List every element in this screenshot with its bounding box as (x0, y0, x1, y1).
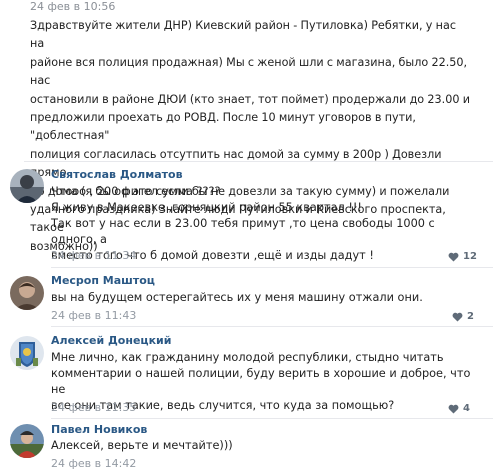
like-count: 12 (463, 251, 477, 262)
comment-date[interactable]: 24 фев в 11:34 (51, 249, 136, 262)
heart-icon (448, 404, 459, 414)
divider (51, 326, 493, 327)
avatar[interactable] (10, 336, 44, 370)
comment-date[interactable]: 24 фев в 11:43 (51, 309, 136, 322)
comment-text-line: Мне лично, как гражданину молодой респуб… (51, 351, 444, 364)
avatar-image (10, 169, 44, 203)
comment-text-line: Так вот у нас если в 23.00 тебя примут ,… (51, 217, 435, 246)
heart-icon (448, 252, 459, 262)
like-button[interactable]: 4 (448, 403, 470, 414)
like-count: 2 (467, 311, 474, 322)
post-text-line: остановили в районе ДЮИ (кто знает, тот … (30, 92, 470, 106)
avatar-image (10, 336, 44, 370)
heart-icon (452, 312, 463, 322)
avatar[interactable] (10, 276, 44, 310)
divider (51, 267, 493, 268)
comment-text-line: Я живу в Макеевке ,горняцкий район 55 кв… (51, 201, 362, 214)
comment-item: Алексей Донецкий Мне лично, как граждани… (0, 330, 493, 420)
post-date[interactable]: 24 фев в 10:56 (30, 0, 115, 13)
comment-item: Павел Новиков Алексей, верьте и мечтайте… (0, 420, 493, 472)
comment-text-line: Алексей, верьте и мечтайте))) (51, 439, 233, 452)
avatar-image (10, 276, 44, 310)
comment-text-line: вы на будущем остерегайтесь их у меня ма… (51, 291, 423, 304)
comment-text-line: комментарии о нашей полиции, буду верить… (51, 367, 471, 396)
comment-item: Святослав Долматов Чтооо , 200 р это сум… (0, 165, 493, 265)
avatar-image (10, 424, 44, 458)
comment-date[interactable]: 24 фев в 14:42 (51, 457, 136, 470)
post-text-line: районе вся полиция продажная) Мы с женой… (30, 55, 468, 88)
comment-author[interactable]: Месроп Маштоц (51, 274, 155, 287)
comment-text: вы на будущем остерегайтесь их у меня ма… (51, 290, 481, 306)
like-button[interactable]: 12 (448, 251, 477, 262)
comment-author[interactable]: Святослав Долматов (51, 168, 183, 181)
comment-date[interactable]: 24 фев в 11:35 (51, 401, 136, 414)
comment-author[interactable]: Павел Новиков (51, 423, 147, 436)
divider (51, 418, 493, 419)
comment-item: Месроп Маштоц вы на будущем остерегайтес… (0, 270, 493, 325)
like-button[interactable]: 2 (452, 311, 474, 322)
like-count: 4 (463, 403, 470, 414)
post-text-line: Здравствуйте жители ДНР) Киевский район … (30, 19, 457, 51)
comment-text-line: Чтооо , 200 р это сумма ???? (51, 185, 221, 198)
post-text-line: предложили проехать до РОВД. После 10 ми… (30, 111, 416, 143)
avatar[interactable] (10, 424, 44, 458)
divider (24, 161, 493, 162)
comment-author[interactable]: Алексей Донецкий (51, 334, 171, 347)
avatar[interactable] (10, 169, 44, 203)
comment-text: Алексей, верьте и мечтайте))) (51, 438, 481, 454)
